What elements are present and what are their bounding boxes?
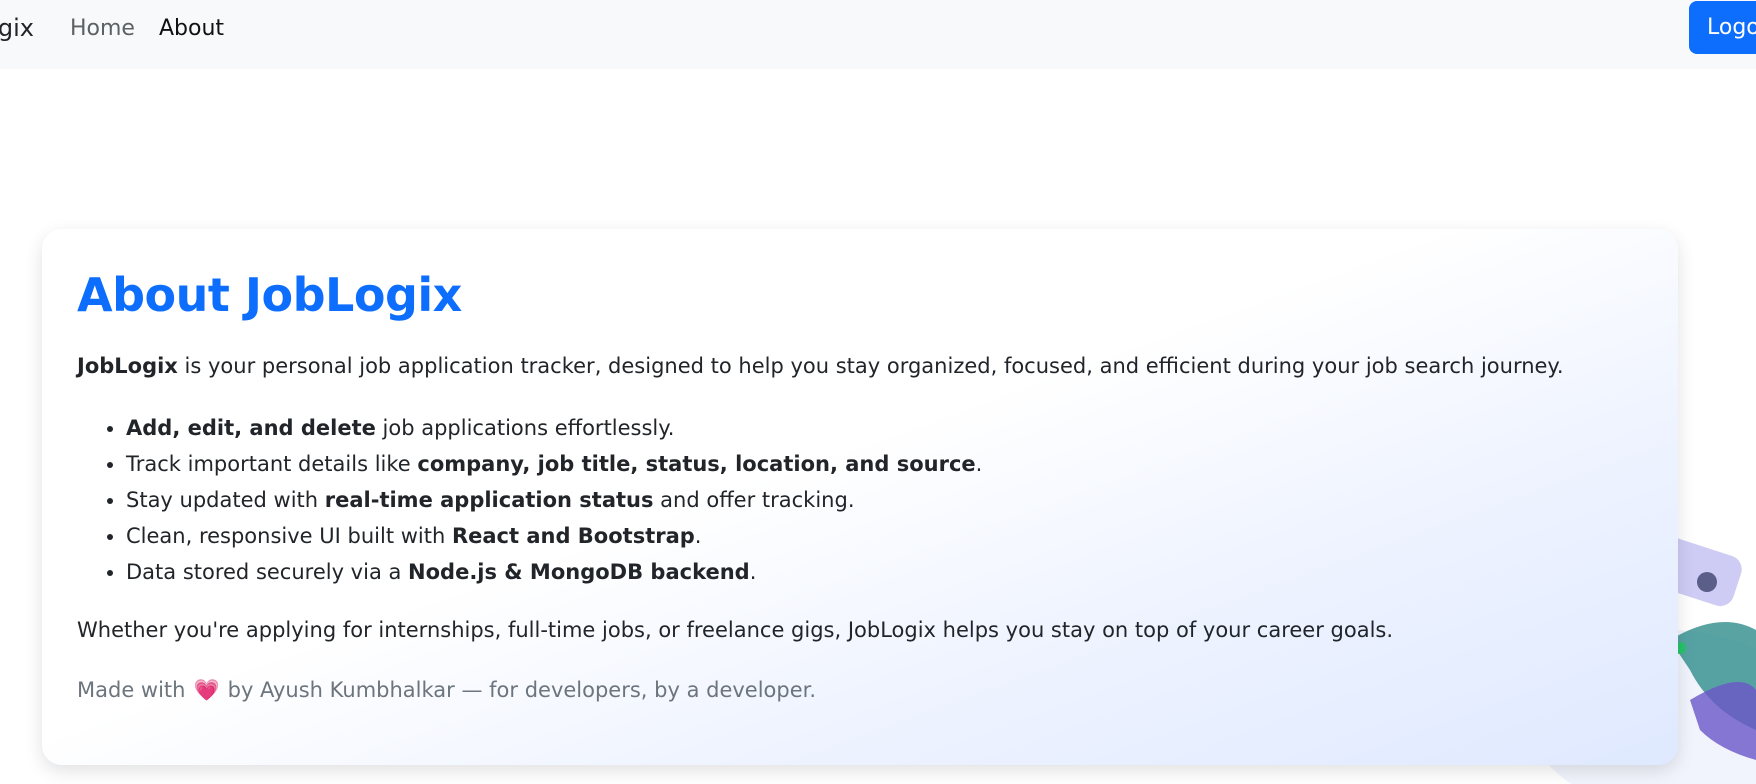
logout-button[interactable]: Logout	[1689, 1, 1756, 54]
list-item: Track important details like company, jo…	[126, 446, 982, 482]
feature-bold: Add, edit, and delete	[126, 416, 376, 440]
feature-bold: React and Bootstrap	[451, 524, 695, 548]
feature-post: .	[975, 452, 983, 476]
list-item: Data stored securely via a Node.js & Mon…	[126, 554, 982, 590]
feature-post: and offer tracking.	[653, 488, 855, 512]
credit-text: Made with 💗 by Ayush Kumbhalkar — for deve…	[77, 675, 816, 705]
page-title: About JobLogix	[77, 268, 462, 322]
about-card: About JobLogix JobLogix is your personal…	[42, 229, 1678, 765]
feature-pre: Clean, responsive UI built with	[126, 524, 452, 548]
feature-post: .	[749, 560, 757, 584]
feature-post: job applications effortlessly.	[375, 416, 675, 440]
features-list: Add, edit, and delete job applications e…	[77, 410, 982, 590]
heart-icon: 💗	[193, 678, 220, 702]
credit-pre: Made with	[77, 678, 186, 702]
feature-bold: company, job title, status, location, an…	[417, 452, 976, 476]
intro-rest: is your personal job application tracker…	[177, 354, 1564, 378]
intro-brand: JobLogix	[77, 354, 178, 378]
list-item: Stay updated with real-time application …	[126, 482, 982, 518]
feature-pre: Track important details like	[126, 452, 418, 476]
feature-post: .	[694, 524, 702, 548]
list-item: Clean, responsive UI built with React an…	[126, 518, 982, 554]
feature-pre: Stay updated with	[126, 488, 325, 512]
credit-post: by Ayush Kumbhalkar — for developers, by…	[227, 678, 817, 702]
brand-logo[interactable]: JobLogix	[0, 0, 34, 57]
list-item: Add, edit, and delete job applications e…	[126, 410, 982, 446]
intro-text: JobLogix is your personal job applicatio…	[77, 351, 1564, 381]
feature-bold: Node.js & MongoDB backend	[408, 560, 750, 584]
outro-text: Whether you're applying for internships,…	[77, 618, 1394, 642]
feature-pre: Data stored securely via a	[126, 560, 409, 584]
feature-bold: real-time application status	[324, 488, 654, 512]
